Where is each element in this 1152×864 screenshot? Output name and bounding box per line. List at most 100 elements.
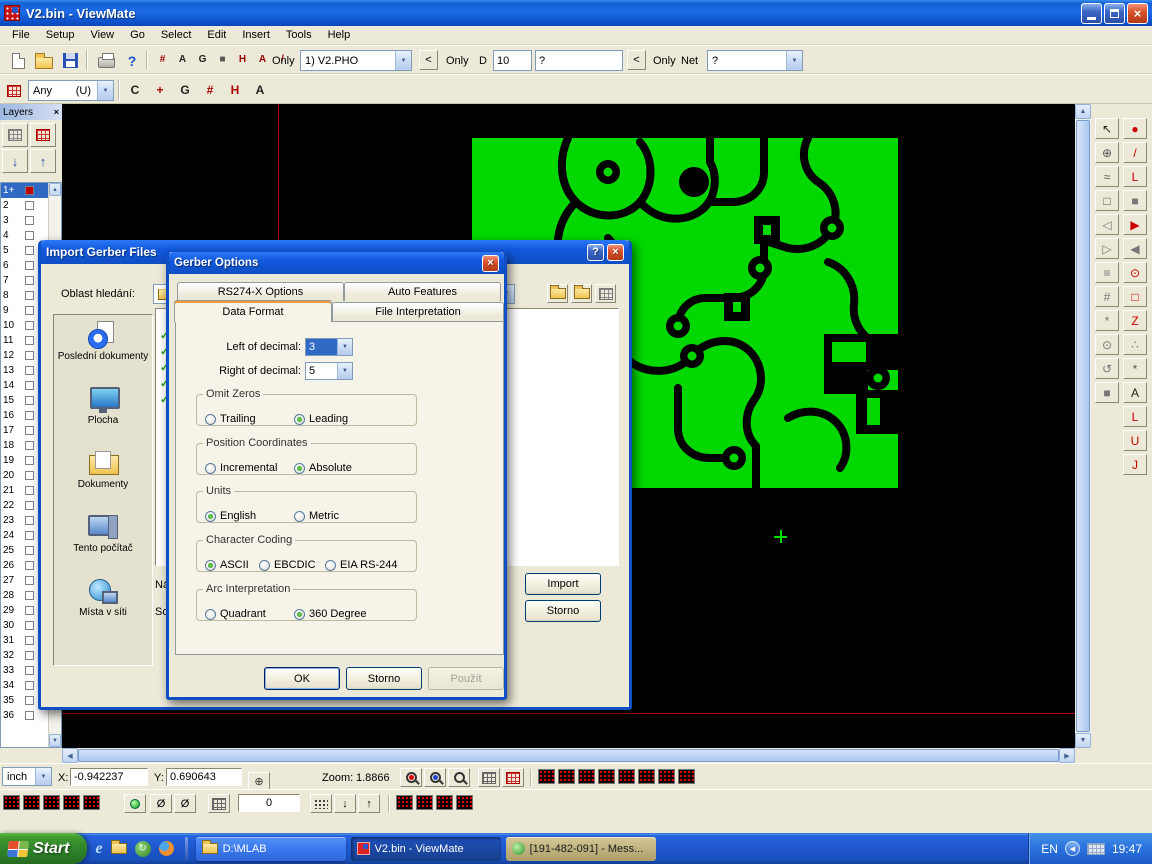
only-dcode-label[interactable]: Only	[446, 55, 469, 67]
tab-rs274x-options[interactable]: RS274-X Options	[177, 282, 344, 301]
dcode-value-field[interactable]: 10	[493, 50, 532, 71]
layer-color-swatch[interactable]	[25, 711, 34, 720]
radio-eia-rs244[interactable]: EIA RS-244	[325, 559, 397, 571]
horizontal-scrollbar[interactable]: ◀ ▶	[62, 748, 1075, 763]
tab-auto-features[interactable]: Auto Features	[344, 282, 501, 301]
step-down-button[interactable]: ↓	[334, 794, 356, 813]
layer-color-swatch[interactable]	[25, 426, 34, 435]
circle-tool-icon[interactable]: ⊙	[1095, 334, 1119, 355]
layer-color-swatch[interactable]	[25, 501, 34, 510]
layer-color-swatch[interactable]	[25, 276, 34, 285]
layer-color-swatch[interactable]	[25, 621, 34, 630]
horizontal-scroll-thumb[interactable]	[78, 749, 1059, 762]
language-indicator[interactable]: EN	[1041, 842, 1058, 856]
dropdown-arrow-icon[interactable]: ▼	[337, 363, 352, 379]
probe-a-button[interactable]: Ø	[150, 794, 172, 813]
menu-item-view[interactable]: View	[82, 27, 122, 43]
internet-explorer-icon[interactable]: e	[95, 840, 102, 858]
layer-color-swatch[interactable]	[25, 441, 34, 450]
layer-move-up-button[interactable]: ↑	[30, 149, 56, 173]
draw-dots-icon[interactable]: ∴	[1123, 334, 1147, 355]
layers-grid-button[interactable]	[2, 123, 28, 147]
menu-item-tools[interactable]: Tools	[278, 27, 320, 43]
only-layer-label[interactable]: Only	[272, 55, 295, 67]
layer-color-swatch[interactable]	[25, 366, 34, 375]
layer-color-swatch[interactable]	[25, 681, 34, 690]
grid-toggle-button[interactable]	[478, 768, 500, 787]
dcode-g-list-icon[interactable]: G	[194, 51, 211, 68]
pattern-swatch-icon[interactable]	[598, 769, 615, 784]
layer-color-swatch[interactable]	[25, 591, 34, 600]
annotate-a-icon[interactable]: A	[254, 51, 271, 68]
layer-color-swatch[interactable]	[25, 651, 34, 660]
rotate-tool-icon[interactable]: ↺	[1095, 358, 1119, 379]
layer-color-swatch[interactable]	[25, 576, 34, 585]
pattern-swatch-icon[interactable]	[436, 795, 453, 810]
layer-color-swatch[interactable]	[25, 216, 34, 225]
layer-color-swatch[interactable]	[25, 381, 34, 390]
refresh-launcher-icon[interactable]: ↻	[135, 841, 151, 857]
pattern-swatch-icon[interactable]	[678, 769, 695, 784]
radio-quadrant[interactable]: Quadrant	[205, 608, 266, 620]
layer-color-swatch[interactable]	[25, 531, 34, 540]
grid-snap-button[interactable]	[502, 768, 524, 787]
layer-color-swatch[interactable]	[25, 471, 34, 480]
fill-tool-icon[interactable]: ■	[1095, 382, 1119, 403]
place-documents[interactable]: Dokumenty	[54, 449, 152, 491]
menu-item-select[interactable]: Select	[153, 27, 200, 43]
scroll-right-icon[interactable]: ▶	[1059, 748, 1075, 763]
pattern-grid-button[interactable]	[208, 794, 230, 813]
start-button[interactable]: Start	[0, 833, 87, 864]
align-tool-icon[interactable]: ≡	[1095, 262, 1119, 283]
pattern-swatch-icon[interactable]	[3, 795, 20, 810]
layer-color-swatch[interactable]	[25, 696, 34, 705]
select-h-marker-icon[interactable]: H	[224, 80, 246, 100]
pattern-swatch-icon[interactable]	[23, 795, 40, 810]
pattern-swatch-icon[interactable]	[658, 769, 675, 784]
layer-row-selected[interactable]: 1+	[1, 183, 48, 198]
tab-file-interpretation[interactable]: File Interpretation	[332, 302, 504, 321]
pointer-tool-icon[interactable]: ↖	[1095, 118, 1119, 139]
select-grid-marker-icon[interactable]: #	[199, 80, 221, 100]
dialog-close-button[interactable]: ×	[607, 244, 624, 261]
zoom-in-button[interactable]	[400, 768, 422, 787]
zoom-window-tool-icon[interactable]: ⊕	[1095, 142, 1119, 163]
layer-color-swatch[interactable]	[25, 336, 34, 345]
radio-absolute[interactable]: Absolute	[294, 462, 352, 474]
zoom-window-button[interactable]	[448, 768, 470, 787]
selection-filter-select[interactable]: Any (U) ▼	[28, 80, 114, 101]
mirror-v-tool-icon[interactable]: ▷	[1095, 238, 1119, 259]
tray-collapse-icon[interactable]: ◀	[1065, 841, 1080, 856]
prev-net-button[interactable]: <	[627, 50, 646, 70]
layer-color-swatch[interactable]	[25, 291, 34, 300]
layers-panel-header[interactable]: Layers ×	[0, 104, 62, 120]
layer-color-swatch[interactable]	[25, 546, 34, 555]
context-help-button[interactable]: ?	[120, 49, 144, 72]
radio-ebcdic[interactable]: EBCDIC	[259, 559, 316, 571]
grid-tool-icon[interactable]: #	[1095, 286, 1119, 307]
dialog-help-button[interactable]: ?	[587, 244, 604, 261]
vertical-scroll-thumb[interactable]	[1076, 120, 1090, 732]
layer-color-swatch[interactable]	[25, 561, 34, 570]
radio-english[interactable]: English	[205, 510, 256, 522]
mirror-h-tool-icon[interactable]: ◁	[1095, 214, 1119, 235]
draw-square-pad-icon[interactable]: ■	[1123, 190, 1147, 211]
draw-corner-icon[interactable]: L	[1123, 166, 1147, 187]
minimize-button[interactable]	[1081, 3, 1102, 24]
layer-color-swatch[interactable]	[25, 321, 34, 330]
view-menu-button[interactable]	[595, 284, 616, 303]
scroll-up-icon[interactable]: ▲	[49, 183, 61, 196]
select-center-marker-icon[interactable]: +	[149, 80, 171, 100]
menu-item-file[interactable]: File	[4, 27, 38, 43]
draw-l-shape-icon[interactable]: L	[1123, 406, 1147, 427]
layer-color-swatch[interactable]	[25, 351, 34, 360]
layer-color-swatch[interactable]	[25, 261, 34, 270]
only-net-label[interactable]: Only	[653, 55, 676, 67]
task-button-mlab[interactable]: D:\MLAB	[196, 837, 346, 861]
tab-data-format[interactable]: Data Format	[174, 300, 332, 322]
explorer-folder-icon[interactable]	[111, 843, 127, 854]
dcode-count-field[interactable]: 0	[238, 794, 300, 812]
place-network[interactable]: Místa v síti	[54, 577, 152, 619]
frame-tool-icon[interactable]: □	[1095, 190, 1119, 211]
prev-dcode-button[interactable]: <	[419, 50, 438, 70]
